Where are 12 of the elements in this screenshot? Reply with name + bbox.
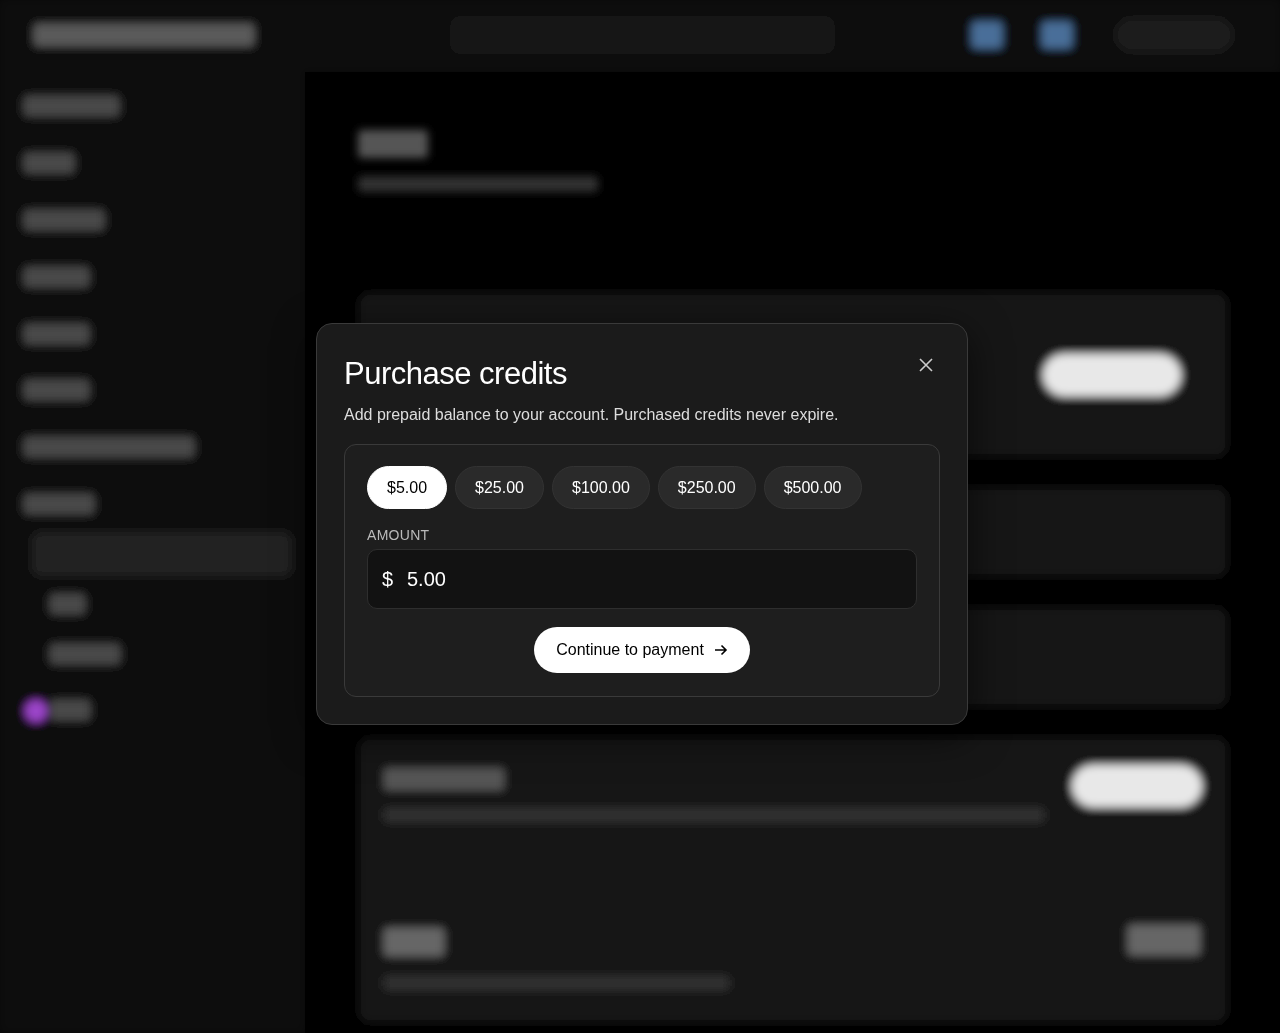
close-icon — [918, 357, 934, 373]
amount-preset-chip[interactable]: $500.00 — [763, 466, 862, 509]
amount-preset-chip[interactable]: $5.00 — [367, 466, 448, 509]
amount-label: AMOUNT — [367, 527, 431, 543]
arrow-right-icon — [713, 643, 728, 657]
dialog-description: Add prepaid balance to your account. Purchased credits never expire. — [344, 406, 840, 424]
dialog-title: Purchase credits — [344, 356, 567, 392]
continue-button[interactable]: Continue to payment — [534, 627, 750, 673]
amount-preset-chip[interactable]: $100.00 — [552, 466, 650, 509]
amount-preset-chip[interactable]: $250.00 — [657, 466, 756, 509]
amount-preset-chip[interactable]: $25.00 — [455, 466, 544, 509]
currency-symbol: $ — [382, 567, 394, 591]
